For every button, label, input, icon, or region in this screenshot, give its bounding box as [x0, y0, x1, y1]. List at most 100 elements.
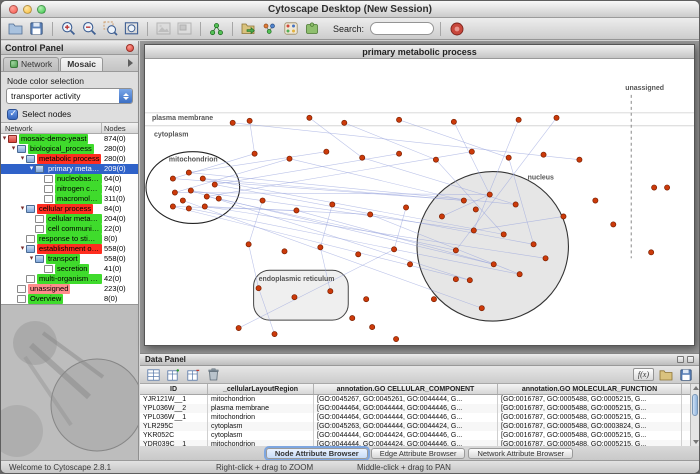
network-edge[interactable]: [233, 123, 580, 160]
node-color-select[interactable]: transporter activity: [6, 88, 133, 104]
network-node[interactable]: [180, 198, 185, 203]
network-node[interactable]: [342, 120, 347, 125]
table-row[interactable]: YPL036W__1mitochondrion[GO:0044464, GO:0…: [140, 413, 699, 422]
minimize-window-button[interactable]: [23, 5, 32, 14]
tree-row-metabolic-process[interactable]: ▾metabolic process280(0): [1, 154, 138, 164]
network-node[interactable]: [368, 212, 373, 217]
new-network-from-selection-button[interactable]: [260, 19, 279, 38]
network-node[interactable]: [247, 118, 252, 123]
network-node[interactable]: [186, 206, 191, 211]
birds-eye-view[interactable]: [1, 304, 138, 460]
network-node[interactable]: [294, 208, 299, 213]
scroll-up-icon[interactable]: [693, 386, 699, 390]
network-node[interactable]: [665, 185, 670, 190]
network-node[interactable]: [204, 194, 209, 199]
network-node[interactable]: [246, 242, 251, 247]
network-node[interactable]: [324, 149, 329, 154]
network-node[interactable]: [479, 306, 484, 311]
tree-column-network[interactable]: Network: [1, 123, 102, 133]
import-attributes-button[interactable]: [658, 367, 674, 382]
tree-row-biological-process[interactable]: ▾biological_process280(0): [1, 144, 138, 154]
network-node[interactable]: [392, 247, 397, 252]
network-node[interactable]: [360, 155, 365, 160]
network-node[interactable]: [506, 155, 511, 160]
expand-toggle-icon[interactable]: ▾: [19, 244, 26, 254]
tree-row-establishment-of-lo[interactable]: ▾establishment of lo...558(0): [1, 244, 138, 254]
tree-row-cell-communica[interactable]: cell communica...22(0): [1, 224, 138, 234]
network-node[interactable]: [282, 249, 287, 254]
tab-network-attribute-browser[interactable]: Network Attribute Browser: [468, 448, 573, 459]
network-canvas[interactable]: plasma membranecytoplasmmitochondrionnuc…: [145, 59, 694, 345]
network-node[interactable]: [611, 222, 616, 227]
tab-edge-attribute-browser[interactable]: Edge Attribute Browser: [371, 448, 466, 459]
delete-attribute-button[interactable]: [185, 367, 201, 382]
close-window-button[interactable]: [9, 5, 18, 14]
export-attributes-button[interactable]: [678, 367, 694, 382]
tree-row-cellular-process[interactable]: ▾cellular process84(0): [1, 204, 138, 214]
network-node[interactable]: [491, 262, 496, 267]
birdseye-toggle-button[interactable]: [175, 19, 194, 38]
network-node[interactable]: [469, 149, 474, 154]
expand-toggle-icon[interactable]: ▾: [10, 144, 17, 154]
network-node[interactable]: [350, 316, 355, 321]
network-node[interactable]: [554, 115, 559, 120]
network-node[interactable]: [487, 192, 492, 197]
expand-toggle-icon[interactable]: ▾: [28, 164, 35, 174]
tree-row-response-to-stimul[interactable]: response to stimul...8(0): [1, 234, 138, 244]
network-node[interactable]: [439, 214, 444, 219]
table-scrollbar[interactable]: [690, 384, 699, 446]
network-node[interactable]: [202, 204, 207, 209]
network-node[interactable]: [370, 324, 375, 329]
zoom-to-fit-button[interactable]: [122, 19, 141, 38]
network-node[interactable]: [393, 336, 398, 341]
network-node[interactable]: [541, 152, 546, 157]
expand-toggle-icon[interactable]: ▾: [28, 254, 35, 264]
tree-row-nitrogen-compo[interactable]: nitrogen compo...74(0): [1, 184, 138, 194]
scrollbar-thumb[interactable]: [692, 394, 698, 416]
tree-row-mosaic-demo-yeast[interactable]: ▾mosaic-demo-yeast874(0): [1, 134, 138, 144]
network-node[interactable]: [577, 157, 582, 162]
column-header-molecular-function[interactable]: annotation.GO MOLECULAR_FUNCTION: [498, 384, 682, 394]
network-frame-titlebar[interactable]: primary metabolic process: [145, 45, 694, 59]
network-edge[interactable]: [249, 244, 259, 288]
tree-column-nodes[interactable]: Nodes: [102, 123, 138, 133]
network-node[interactable]: [453, 248, 458, 253]
network-node[interactable]: [216, 196, 221, 201]
network-node[interactable]: [236, 325, 241, 330]
zoom-selected-region-button[interactable]: [101, 19, 120, 38]
network-node[interactable]: [230, 120, 235, 125]
network-node[interactable]: [431, 297, 436, 302]
network-node[interactable]: [593, 198, 598, 203]
zoom-in-button[interactable]: [59, 19, 78, 38]
table-row[interactable]: YJR121W__1mitochondrion[GO:0045267, GO:0…: [140, 395, 699, 404]
network-node[interactable]: [328, 289, 333, 294]
network-node[interactable]: [513, 202, 518, 207]
trash-icon[interactable]: [205, 367, 221, 382]
search-input[interactable]: [370, 22, 434, 35]
network-node[interactable]: [307, 115, 312, 120]
network-node[interactable]: [407, 262, 412, 267]
tree-row-multi-organism-pro[interactable]: multi-organism pro...42(0): [1, 274, 138, 284]
tree-row-secretion[interactable]: secretion41(0): [1, 264, 138, 274]
network-node[interactable]: [172, 190, 177, 195]
tab-mosaic[interactable]: Mosaic: [60, 57, 103, 71]
float-panel-icon[interactable]: [677, 356, 684, 363]
network-node[interactable]: [403, 205, 408, 210]
network-node[interactable]: [212, 182, 217, 187]
title-bar[interactable]: Cytoscape Desktop (New Session): [1, 1, 699, 18]
network-node[interactable]: [461, 198, 466, 203]
close-data-panel-icon[interactable]: [687, 356, 694, 363]
table-row[interactable]: YDR039C__1mitochondrion[GO:0044444, GO:0…: [140, 440, 699, 446]
tab-scroll-right-icon[interactable]: [128, 59, 133, 67]
network-node[interactable]: [188, 188, 193, 193]
tree-row-macromolecule[interactable]: macromolecule...311(0): [1, 194, 138, 204]
open-session-button[interactable]: [6, 19, 25, 38]
network-edge[interactable]: [344, 123, 436, 160]
help-button[interactable]: [447, 19, 466, 38]
network-node[interactable]: [200, 176, 205, 181]
expand-toggle-icon[interactable]: ▾: [1, 134, 8, 144]
network-node[interactable]: [516, 117, 521, 122]
network-node[interactable]: [473, 207, 478, 212]
tree-row-primary-metab[interactable]: ▾primary metab...209(0): [1, 164, 138, 174]
network-node[interactable]: [433, 157, 438, 162]
